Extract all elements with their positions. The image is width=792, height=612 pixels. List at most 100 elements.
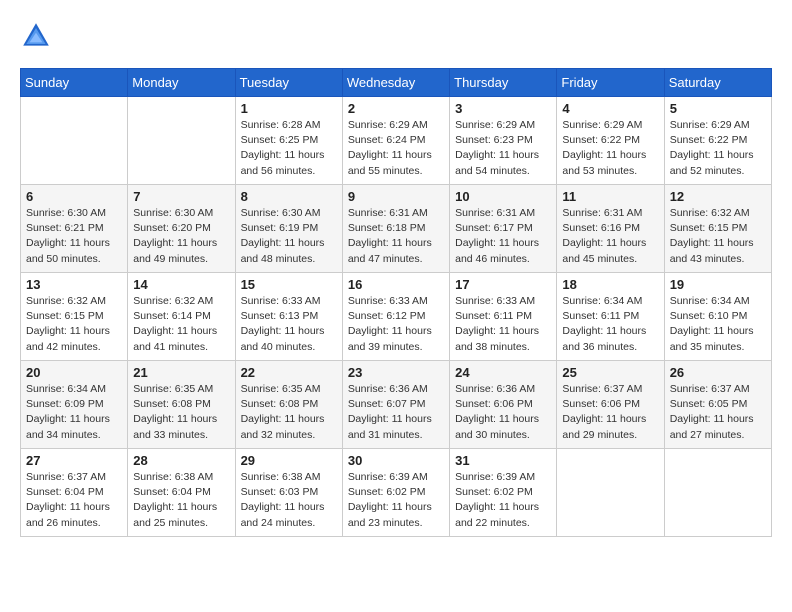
day-number: 25	[562, 365, 658, 380]
day-info: Sunrise: 6:34 AMSunset: 6:11 PMDaylight:…	[562, 294, 658, 355]
day-number: 16	[348, 277, 444, 292]
page-header	[20, 20, 772, 52]
day-number: 31	[455, 453, 551, 468]
day-info: Sunrise: 6:32 AMSunset: 6:15 PMDaylight:…	[26, 294, 122, 355]
day-info: Sunrise: 6:34 AMSunset: 6:09 PMDaylight:…	[26, 382, 122, 443]
cell-1-3: 9 Sunrise: 6:31 AMSunset: 6:18 PMDaylight…	[342, 185, 449, 273]
day-info: Sunrise: 6:38 AMSunset: 6:03 PMDaylight:…	[241, 470, 337, 531]
day-info: Sunrise: 6:30 AMSunset: 6:21 PMDaylight:…	[26, 206, 122, 267]
cell-3-6: 26 Sunrise: 6:37 AMSunset: 6:05 PMDayligh…	[664, 361, 771, 449]
day-number: 2	[348, 101, 444, 116]
week-row-2: 6Sunrise: 6:30 AMSunset: 6:21 PMDaylight…	[21, 185, 772, 273]
day-info: Sunrise: 6:39 AMSunset: 6:02 PMDaylight:…	[348, 470, 444, 531]
day-info: Sunrise: 6:29 AMSunset: 6:22 PMDaylight:…	[562, 118, 658, 179]
day-info: Sunrise: 6:32 AMSunset: 6:14 PMDaylight:…	[133, 294, 229, 355]
day-info: Sunrise: 6:30 AMSunset: 6:20 PMDaylight:…	[133, 206, 229, 267]
day-number: 4	[562, 101, 658, 116]
day-number: 20	[26, 365, 122, 380]
day-number: 30	[348, 453, 444, 468]
day-number: 29	[241, 453, 337, 468]
header-tuesday: Tuesday	[235, 69, 342, 97]
header-row: SundayMondayTuesdayWednesdayThursdayFrid…	[21, 69, 772, 97]
day-number: 9	[348, 189, 444, 204]
day-number: 28	[133, 453, 229, 468]
cell-1-4: 10 Sunrise: 6:31 AMSunset: 6:17 PMDayligh…	[450, 185, 557, 273]
cell-0-6: 5 Sunrise: 6:29 AMSunset: 6:22 PMDaylight…	[664, 97, 771, 185]
day-number: 23	[348, 365, 444, 380]
day-info: Sunrise: 6:31 AMSunset: 6:18 PMDaylight:…	[348, 206, 444, 267]
day-number: 8	[241, 189, 337, 204]
logo	[20, 20, 56, 52]
day-info: Sunrise: 6:37 AMSunset: 6:04 PMDaylight:…	[26, 470, 122, 531]
cell-4-2: 29 Sunrise: 6:38 AMSunset: 6:03 PMDayligh…	[235, 449, 342, 537]
week-row-3: 13Sunrise: 6:32 AMSunset: 6:15 PMDayligh…	[21, 273, 772, 361]
cell-2-2: 15Sunrise: 6:33 AMSunset: 6:13 PMDayligh…	[235, 273, 342, 361]
calendar-table: SundayMondayTuesdayWednesdayThursdayFrid…	[20, 68, 772, 537]
day-info: Sunrise: 6:35 AMSunset: 6:08 PMDaylight:…	[133, 382, 229, 443]
day-info: Sunrise: 6:37 AMSunset: 6:06 PMDaylight:…	[562, 382, 658, 443]
cell-3-5: 25 Sunrise: 6:37 AMSunset: 6:06 PMDayligh…	[557, 361, 664, 449]
day-number: 10	[455, 189, 551, 204]
day-info: Sunrise: 6:38 AMSunset: 6:04 PMDaylight:…	[133, 470, 229, 531]
cell-4-5	[557, 449, 664, 537]
cell-0-4: 3 Sunrise: 6:29 AMSunset: 6:23 PMDaylight…	[450, 97, 557, 185]
cell-2-6: 19 Sunrise: 6:34 AMSunset: 6:10 PMDayligh…	[664, 273, 771, 361]
day-number: 1	[241, 101, 337, 116]
day-info: Sunrise: 6:34 AMSunset: 6:10 PMDaylight:…	[670, 294, 766, 355]
logo-icon	[20, 20, 52, 52]
header-saturday: Saturday	[664, 69, 771, 97]
header-wednesday: Wednesday	[342, 69, 449, 97]
cell-4-1: 28 Sunrise: 6:38 AMSunset: 6:04 PMDayligh…	[128, 449, 235, 537]
cell-1-1: 7 Sunrise: 6:30 AMSunset: 6:20 PMDaylight…	[128, 185, 235, 273]
header-friday: Friday	[557, 69, 664, 97]
cell-2-0: 13Sunrise: 6:32 AMSunset: 6:15 PMDayligh…	[21, 273, 128, 361]
day-number: 26	[670, 365, 766, 380]
cell-4-4: 31 Sunrise: 6:39 AMSunset: 6:02 PMDayligh…	[450, 449, 557, 537]
day-number: 19	[670, 277, 766, 292]
cell-1-5: 11Sunrise: 6:31 AMSunset: 6:16 PMDayligh…	[557, 185, 664, 273]
cell-0-5: 4 Sunrise: 6:29 AMSunset: 6:22 PMDaylight…	[557, 97, 664, 185]
header-sunday: Sunday	[21, 69, 128, 97]
day-number: 18	[562, 277, 658, 292]
cell-4-0: 27 Sunrise: 6:37 AMSunset: 6:04 PMDayligh…	[21, 449, 128, 537]
cell-0-1	[128, 97, 235, 185]
calendar-body: 1 Sunrise: 6:28 AMSunset: 6:25 PMDaylight…	[21, 97, 772, 537]
day-info: Sunrise: 6:30 AMSunset: 6:19 PMDaylight:…	[241, 206, 337, 267]
header-monday: Monday	[128, 69, 235, 97]
day-number: 27	[26, 453, 122, 468]
day-number: 7	[133, 189, 229, 204]
cell-4-3: 30 Sunrise: 6:39 AMSunset: 6:02 PMDayligh…	[342, 449, 449, 537]
header-thursday: Thursday	[450, 69, 557, 97]
day-info: Sunrise: 6:33 AMSunset: 6:12 PMDaylight:…	[348, 294, 444, 355]
day-info: Sunrise: 6:36 AMSunset: 6:07 PMDaylight:…	[348, 382, 444, 443]
cell-1-0: 6Sunrise: 6:30 AMSunset: 6:21 PMDaylight…	[21, 185, 128, 273]
week-row-5: 27 Sunrise: 6:37 AMSunset: 6:04 PMDayligh…	[21, 449, 772, 537]
cell-2-4: 17Sunrise: 6:33 AMSunset: 6:11 PMDayligh…	[450, 273, 557, 361]
cell-4-6	[664, 449, 771, 537]
day-info: Sunrise: 6:29 AMSunset: 6:23 PMDaylight:…	[455, 118, 551, 179]
cell-3-3: 23 Sunrise: 6:36 AMSunset: 6:07 PMDayligh…	[342, 361, 449, 449]
cell-1-2: 8 Sunrise: 6:30 AMSunset: 6:19 PMDaylight…	[235, 185, 342, 273]
day-info: Sunrise: 6:32 AMSunset: 6:15 PMDaylight:…	[670, 206, 766, 267]
day-info: Sunrise: 6:36 AMSunset: 6:06 PMDaylight:…	[455, 382, 551, 443]
day-number: 3	[455, 101, 551, 116]
day-info: Sunrise: 6:39 AMSunset: 6:02 PMDaylight:…	[455, 470, 551, 531]
week-row-4: 20 Sunrise: 6:34 AMSunset: 6:09 PMDayligh…	[21, 361, 772, 449]
day-number: 11	[562, 189, 658, 204]
day-info: Sunrise: 6:33 AMSunset: 6:13 PMDaylight:…	[241, 294, 337, 355]
cell-2-1: 14 Sunrise: 6:32 AMSunset: 6:14 PMDayligh…	[128, 273, 235, 361]
day-number: 17	[455, 277, 551, 292]
cell-3-4: 24Sunrise: 6:36 AMSunset: 6:06 PMDayligh…	[450, 361, 557, 449]
cell-0-0	[21, 97, 128, 185]
day-number: 14	[133, 277, 229, 292]
day-info: Sunrise: 6:28 AMSunset: 6:25 PMDaylight:…	[241, 118, 337, 179]
cell-2-5: 18 Sunrise: 6:34 AMSunset: 6:11 PMDayligh…	[557, 273, 664, 361]
day-info: Sunrise: 6:29 AMSunset: 6:22 PMDaylight:…	[670, 118, 766, 179]
day-info: Sunrise: 6:37 AMSunset: 6:05 PMDaylight:…	[670, 382, 766, 443]
calendar-header: SundayMondayTuesdayWednesdayThursdayFrid…	[21, 69, 772, 97]
day-info: Sunrise: 6:31 AMSunset: 6:17 PMDaylight:…	[455, 206, 551, 267]
day-number: 12	[670, 189, 766, 204]
day-info: Sunrise: 6:35 AMSunset: 6:08 PMDaylight:…	[241, 382, 337, 443]
day-info: Sunrise: 6:29 AMSunset: 6:24 PMDaylight:…	[348, 118, 444, 179]
day-number: 5	[670, 101, 766, 116]
